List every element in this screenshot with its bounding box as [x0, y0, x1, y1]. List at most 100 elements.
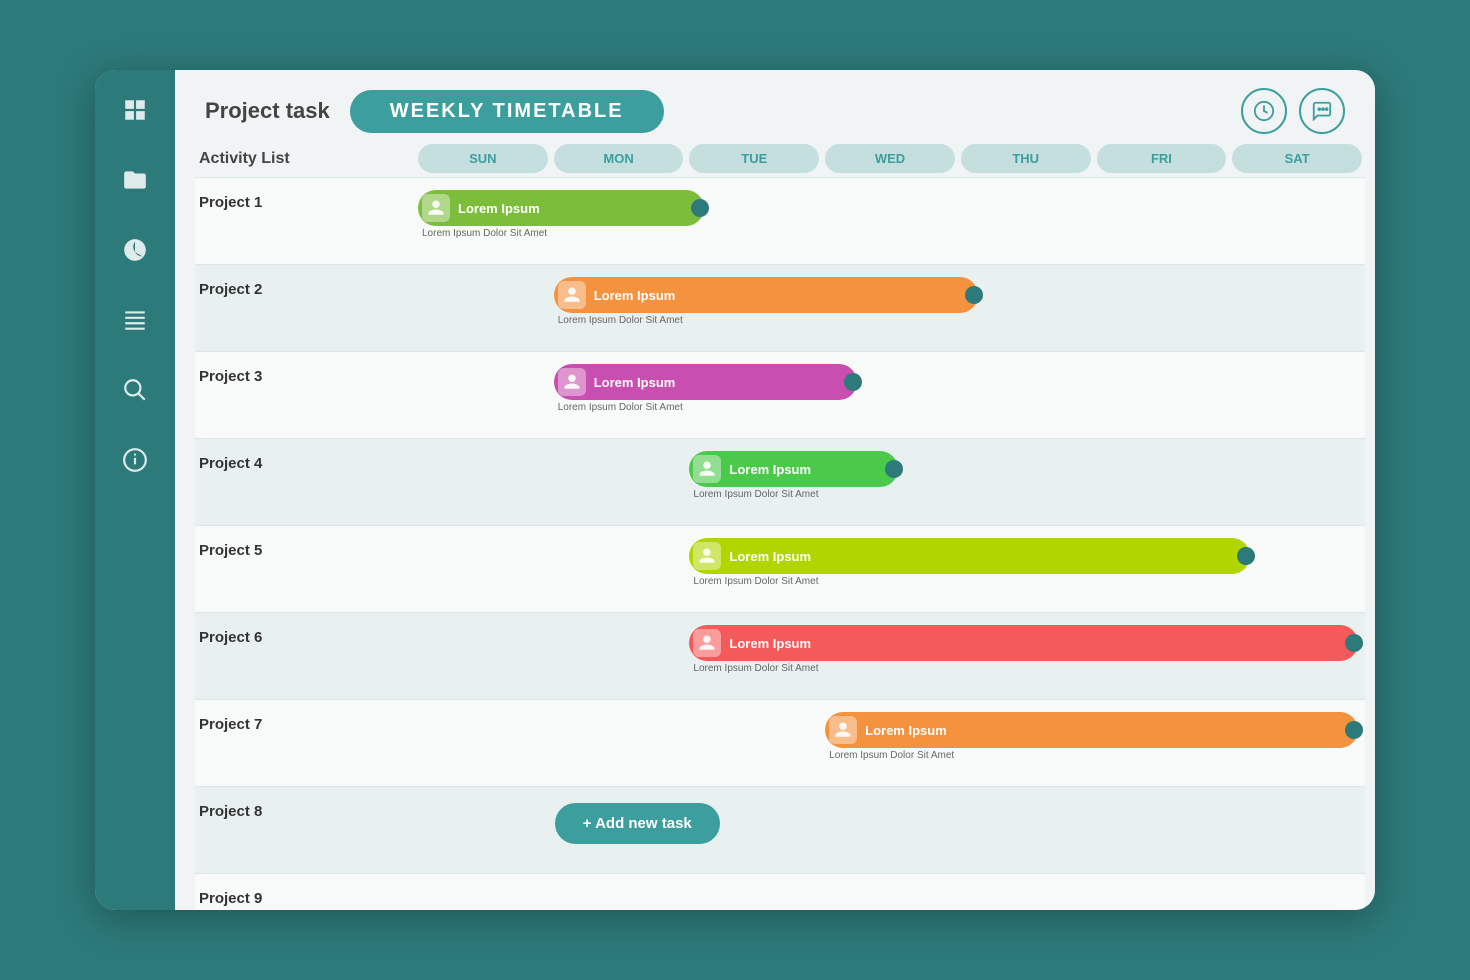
- day-cell: [958, 186, 1094, 256]
- day-header-tue: TUE: [689, 144, 819, 173]
- task-end-cap: [1345, 634, 1363, 652]
- table-row: Project 6 Lorem Ipsum: [195, 612, 1365, 699]
- header-icons: [1241, 88, 1345, 134]
- day-cell: [958, 882, 1094, 910]
- day-cell: + Add new task: [551, 795, 822, 865]
- gantt-grid: Project 1 Lorem Ipsum: [175, 177, 1375, 910]
- task-end-cap: [844, 373, 862, 391]
- table-row: Project 4 Lorem Ipsum: [195, 438, 1365, 525]
- days-header-row: Activity List SUN MON TUE WED THU FRI SA…: [195, 144, 1365, 173]
- app-shell: Project task WEEKLY TIMETABLE: [95, 70, 1375, 910]
- day-cell: [415, 708, 551, 778]
- task-end-cap: [691, 199, 709, 217]
- day-cell: [1094, 273, 1230, 343]
- task-avatar: [829, 716, 857, 744]
- header: Project task WEEKLY TIMETABLE: [175, 70, 1375, 144]
- day-cell: [1229, 882, 1365, 910]
- project-label-1: Project 1: [195, 186, 415, 211]
- sidebar-icon-chart[interactable]: [115, 230, 155, 270]
- chat-icon-button[interactable]: [1299, 88, 1345, 134]
- project-label-3: Project 3: [195, 360, 415, 385]
- day-header-sat: SAT: [1232, 144, 1362, 173]
- day-cell: [1229, 186, 1365, 256]
- task-title: Lorem Ipsum: [594, 375, 676, 390]
- project-label-5: Project 5: [195, 534, 415, 559]
- table-row: Project 2 Lorem Ipsum: [195, 264, 1365, 351]
- task-title: Lorem Ipsum: [729, 549, 811, 564]
- sidebar-icon-list[interactable]: [115, 300, 155, 340]
- day-cell: [415, 621, 551, 691]
- sidebar-icon-info[interactable]: [115, 440, 155, 480]
- day-header-fri: FRI: [1097, 144, 1227, 173]
- day-cell: [686, 186, 822, 256]
- table-row: Project 8 + Add new task: [195, 786, 1365, 873]
- day-cell: [1094, 882, 1230, 910]
- day-cell: [551, 621, 687, 691]
- day-cell: [415, 534, 551, 604]
- weekly-timetable-badge: WEEKLY TIMETABLE: [350, 90, 664, 133]
- day-header-thu: THU: [961, 144, 1091, 173]
- outer-container: Project task WEEKLY TIMETABLE: [0, 0, 1470, 980]
- day-cell: [1229, 795, 1365, 865]
- task-subtitle: Lorem Ipsum Dolor Sit Amet: [554, 402, 955, 413]
- day-header-wed: WED: [825, 144, 955, 173]
- task-bar-project1[interactable]: Lorem Ipsum: [418, 190, 704, 226]
- table-row: Project 9: [195, 873, 1365, 910]
- project-label-6: Project 6: [195, 621, 415, 646]
- day-cell: [686, 708, 822, 778]
- day-cell: [1094, 447, 1230, 517]
- day-cell: [1229, 360, 1365, 430]
- page-title: Project task: [205, 98, 330, 124]
- clock-icon-button[interactable]: [1241, 88, 1287, 134]
- day-cell: [415, 447, 551, 517]
- project-label-8: Project 8: [195, 795, 415, 820]
- day-cell: [822, 882, 958, 910]
- day-cell: [551, 534, 687, 604]
- table-row: Project 7 Lorem Ipsum: [195, 699, 1365, 786]
- sidebar-icon-search[interactable]: [115, 370, 155, 410]
- task-subtitle: Lorem Ipsum Dolor Sit Amet: [418, 228, 683, 239]
- table-row: Project 5 Lorem Ipsum: [195, 525, 1365, 612]
- task-subtitle: Lorem Ipsum Dolor Sit Amet: [689, 576, 1362, 587]
- task-bar-project4[interactable]: Lorem Ipsum: [689, 451, 897, 487]
- sidebar: [95, 70, 175, 910]
- task-bar-project3[interactable]: Lorem Ipsum: [554, 364, 858, 400]
- add-task-button[interactable]: + Add new task: [555, 803, 720, 844]
- task-bar-project5[interactable]: Lorem Ipsum: [689, 538, 1250, 574]
- day-cell: [551, 708, 687, 778]
- task-avatar: [558, 368, 586, 396]
- day-cell: [822, 186, 958, 256]
- day-cell: [1094, 360, 1230, 430]
- task-subtitle: Lorem Ipsum Dolor Sit Amet: [825, 750, 1362, 761]
- day-cell: [551, 882, 687, 910]
- day-cell: Lorem Ipsum Lorem Ipsum Dolor Sit Amet: [551, 360, 958, 430]
- task-subtitle: Lorem Ipsum Dolor Sit Amet: [554, 315, 955, 326]
- project-label-4: Project 4: [195, 447, 415, 472]
- sidebar-icon-grid[interactable]: [115, 90, 155, 130]
- project-label-9: Project 9: [195, 882, 415, 907]
- day-cell: [415, 273, 551, 343]
- day-cell: [958, 273, 1094, 343]
- task-avatar: [693, 542, 721, 570]
- task-title: Lorem Ipsum: [729, 636, 811, 651]
- task-avatar: [422, 194, 450, 222]
- project-label-7: Project 7: [195, 708, 415, 733]
- task-bar-project7[interactable]: Lorem Ipsum: [825, 712, 1358, 748]
- day-cell: Lorem Ipsum Lorem Ipsum Dolor Sit Amet: [822, 708, 1365, 778]
- table-row: Project 1 Lorem Ipsum: [195, 177, 1365, 264]
- day-cell: [551, 447, 687, 517]
- day-cell: [415, 882, 551, 910]
- day-cell: [1094, 186, 1230, 256]
- table-row: Project 3 Lorem Ipsum: [195, 351, 1365, 438]
- task-bar-project2[interactable]: Lorem Ipsum: [554, 277, 978, 313]
- day-cell: Lorem Ipsum Lorem Ipsum Dolor Sit Amet: [686, 621, 1365, 691]
- day-cell: Lorem Ipsum Lorem Ipsum Dolor Sit Amet: [686, 447, 957, 517]
- day-cell: [415, 795, 551, 865]
- task-bar-project6[interactable]: Lorem Ipsum: [689, 625, 1358, 661]
- main-content: Project task WEEKLY TIMETABLE: [175, 70, 1375, 910]
- day-cell: Lorem Ipsum Lorem Ipsum Dolor Sit Amet: [686, 534, 1365, 604]
- sidebar-icon-folder[interactable]: [115, 160, 155, 200]
- task-end-cap: [1237, 547, 1255, 565]
- day-cell: [686, 882, 822, 910]
- task-title: Lorem Ipsum: [594, 288, 676, 303]
